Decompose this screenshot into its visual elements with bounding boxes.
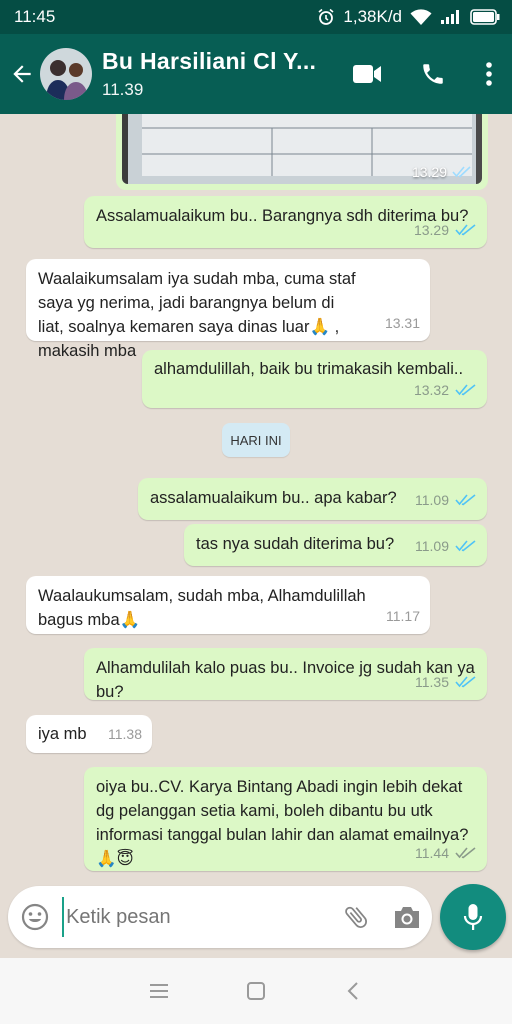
read-tick-icon bbox=[452, 166, 471, 178]
image-message[interactable]: 13.29 bbox=[116, 114, 488, 190]
status-time: 11:45 bbox=[14, 7, 56, 26]
message-outgoing[interactable]: oiya bu..CV. Karya Bintang Abadi ingin l… bbox=[84, 767, 487, 871]
avatar[interactable] bbox=[40, 48, 92, 100]
chat-header: Bu Harsiliani Cl Y... 11.39 bbox=[0, 34, 512, 114]
more-vertical-icon bbox=[486, 62, 492, 86]
message-outgoing[interactable]: alhamdulillah, baik bu trimakasih kembal… bbox=[142, 350, 487, 408]
message-time: 11.09 bbox=[415, 538, 449, 554]
arrow-left-icon bbox=[13, 65, 31, 83]
voice-record-button[interactable] bbox=[440, 884, 506, 950]
message-time: 11.44 bbox=[415, 845, 449, 861]
message-text: oiya bu..CV. Karya Bintang Abadi ingin l… bbox=[96, 778, 469, 868]
emoji-button[interactable] bbox=[8, 886, 62, 948]
last-seen: 11.39 bbox=[102, 80, 144, 99]
message-outgoing[interactable]: Assalamualaikum bu.. Barangnya sdh diter… bbox=[84, 196, 487, 248]
home-square-icon bbox=[246, 982, 265, 1000]
delivered-tick-icon bbox=[455, 847, 476, 859]
attach-button[interactable] bbox=[331, 886, 381, 948]
alarm-icon bbox=[317, 8, 335, 26]
message-incoming[interactable]: Waalaukumsalam, sudah mba, Alhamdulillah… bbox=[26, 576, 430, 634]
menu-icon bbox=[149, 984, 168, 998]
back-button[interactable] bbox=[4, 34, 40, 114]
message-time: 13.31 bbox=[384, 315, 420, 331]
network-speed: 1,38K/d bbox=[343, 7, 402, 26]
system-navigation-bar bbox=[0, 958, 512, 1024]
read-tick-icon bbox=[455, 540, 476, 552]
message-text: Waalaukumsalam, sudah mba, Alhamdulillah… bbox=[38, 587, 366, 629]
message-time: 11.35 bbox=[415, 674, 449, 690]
message-text: Waalaikumsalam iya sudah mba, cuma staf … bbox=[38, 270, 356, 360]
voice-call-button[interactable] bbox=[400, 34, 466, 114]
camera-icon bbox=[394, 907, 419, 928]
message-incoming[interactable]: Waalaikumsalam iya sudah mba, cuma staf … bbox=[26, 259, 430, 360]
message-outgoing[interactable]: Alhamdulilah kalo puas bu.. Invoice jg s… bbox=[84, 648, 487, 701]
battery-icon bbox=[470, 9, 500, 25]
message-time: 13.29 bbox=[413, 222, 449, 238]
read-tick-icon bbox=[455, 224, 476, 236]
read-tick-icon bbox=[455, 384, 476, 396]
message-text: alhamdulillah, baik bu trimakasih kembal… bbox=[154, 360, 464, 378]
home-button[interactable] bbox=[236, 971, 276, 1011]
more-options-button[interactable] bbox=[466, 34, 512, 114]
message-composer bbox=[8, 886, 432, 948]
video-camera-icon bbox=[353, 65, 381, 83]
message-text: iya mb bbox=[38, 725, 87, 743]
phone-icon bbox=[423, 64, 443, 84]
system-back-button[interactable] bbox=[333, 971, 373, 1011]
paperclip-icon bbox=[345, 906, 368, 928]
message-input[interactable] bbox=[62, 897, 332, 937]
status-icons: 1,38K/d bbox=[317, 7, 500, 27]
shipping-receipt-image[interactable]: 13.29 bbox=[122, 114, 482, 184]
message-time: 11.17 bbox=[386, 608, 420, 624]
message-time: 13.32 bbox=[413, 382, 449, 398]
message-outgoing[interactable]: assalamualaikum bu.. apa kabar? 11.09 bbox=[138, 478, 487, 520]
wifi-icon bbox=[410, 8, 432, 26]
message-time: 13.29 bbox=[411, 164, 447, 180]
read-tick-icon bbox=[455, 494, 476, 506]
camera-button[interactable] bbox=[382, 886, 432, 948]
contact-info[interactable]: Bu Harsiliani Cl Y... 11.39 bbox=[102, 48, 332, 100]
video-call-button[interactable] bbox=[334, 34, 400, 114]
chevron-left-icon bbox=[347, 982, 359, 1000]
read-tick-icon bbox=[455, 676, 476, 688]
message-text: tas nya sudah diterima bu? bbox=[196, 535, 395, 553]
message-time: 11.38 bbox=[108, 726, 142, 742]
status-bar: 11:45 1,38K/d bbox=[0, 0, 512, 34]
message-time: 11.09 bbox=[415, 492, 449, 508]
message-incoming[interactable]: iya mb 11.38 bbox=[26, 715, 152, 753]
contact-name: Bu Harsiliani Cl Y... bbox=[102, 48, 317, 74]
day-divider: HARI INI bbox=[222, 423, 290, 457]
message-text: Assalamualaikum bu.. Barangnya sdh diter… bbox=[96, 207, 469, 225]
signal-icon bbox=[440, 9, 462, 25]
recents-button[interactable] bbox=[139, 971, 179, 1011]
message-outgoing[interactable]: tas nya sudah diterima bu? 11.09 bbox=[184, 524, 487, 566]
microphone-icon bbox=[463, 904, 483, 930]
chat-area[interactable]: 13.29 Assalamualaikum bu.. Barangnya sdh… bbox=[0, 114, 512, 882]
message-text: assalamualaikum bu.. apa kabar? bbox=[150, 489, 397, 507]
emoji-icon bbox=[21, 903, 49, 931]
